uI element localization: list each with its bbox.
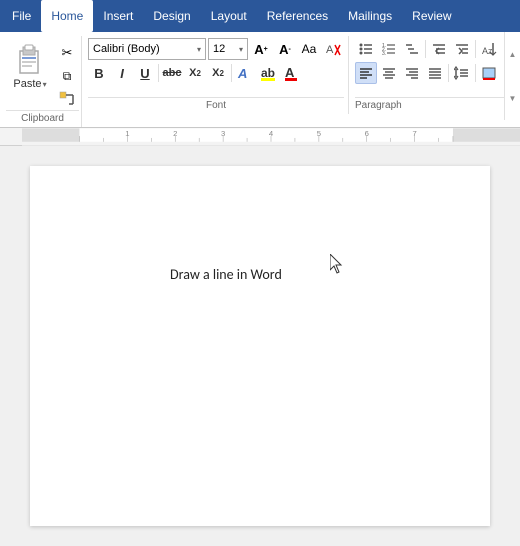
menu-home[interactable]: Home: [41, 0, 93, 32]
format-sep2: [231, 64, 232, 82]
clipboard-group: Paste ▾ ✂ ⧉: [4, 36, 82, 127]
svg-text:3.: 3.: [382, 51, 386, 57]
svg-text:7: 7: [413, 129, 417, 138]
decrease-indent-button[interactable]: [428, 38, 450, 60]
ribbon: Paste ▾ ✂ ⧉: [0, 32, 520, 128]
ribbon-scroll-up[interactable]: ▲: [509, 50, 517, 59]
paragraph-group: 1. 2. 3.: [351, 36, 520, 114]
format-painter-button[interactable]: [55, 88, 79, 110]
font-family-dropdown-icon: ▾: [197, 45, 201, 54]
menu-design[interactable]: Design: [143, 0, 200, 32]
clipboard-label: Clipboard: [6, 110, 79, 127]
menu-mailings[interactable]: Mailings: [338, 0, 402, 32]
ribbon-overflow: ▲ ▼: [504, 32, 520, 120]
menu-bar: File Home Insert Design Layout Reference…: [0, 0, 520, 32]
svg-text:6: 6: [365, 129, 369, 138]
cut-button[interactable]: ✂: [55, 42, 79, 64]
font-label: Font: [88, 97, 344, 114]
decrease-font-button[interactable]: A-: [274, 38, 296, 60]
clipboard-small-buttons: ✂ ⧉: [55, 38, 79, 110]
ribbon-scroll-down[interactable]: ▼: [509, 94, 517, 103]
font-size-selector[interactable]: 12 ▾: [208, 38, 248, 60]
paste-dropdown-icon[interactable]: ▾: [43, 80, 47, 89]
align-center-button[interactable]: [378, 62, 400, 84]
align-right-button[interactable]: [401, 62, 423, 84]
ruler: 1 2 3 4 5 6 7: [0, 128, 520, 146]
mouse-cursor: [330, 254, 344, 274]
font-color-button[interactable]: A: [280, 62, 302, 84]
paste-icon: [14, 42, 46, 78]
svg-text:ab: ab: [261, 66, 275, 80]
app-window: File Home Insert Design Layout Reference…: [0, 0, 520, 546]
font-family-selector[interactable]: Calibri (Body) ▾: [88, 38, 206, 60]
copy-button[interactable]: ⧉: [55, 65, 79, 87]
menu-review[interactable]: Review: [402, 0, 461, 32]
font-group: Calibri (Body) ▾ 12 ▾ A+ A- Aa A: [84, 36, 349, 114]
menu-references[interactable]: References: [257, 0, 338, 32]
menu-insert[interactable]: Insert: [93, 0, 143, 32]
increase-indent-button[interactable]: [451, 38, 473, 60]
text-effects-button[interactable]: A: [234, 62, 256, 84]
sort-button[interactable]: A Z: [478, 38, 500, 60]
numbering-button[interactable]: 1. 2. 3.: [378, 38, 400, 60]
menu-layout[interactable]: Layout: [201, 0, 257, 32]
line-spacing-button[interactable]: [451, 62, 473, 84]
svg-text:2: 2: [173, 129, 177, 138]
italic-button[interactable]: I: [111, 62, 133, 84]
font-size-dropdown-icon: ▾: [239, 45, 243, 54]
para-sep1: [425, 40, 426, 58]
para-sep2: [475, 40, 476, 58]
para-sep3: [448, 64, 449, 82]
svg-text:1: 1: [125, 129, 129, 138]
svg-text:3: 3: [221, 129, 225, 138]
increase-font-button[interactable]: A+: [250, 38, 272, 60]
format-sep1: [158, 64, 159, 82]
change-case-button[interactable]: Aa: [298, 38, 320, 60]
para-sep4: [475, 64, 476, 82]
svg-text:5: 5: [317, 129, 321, 138]
align-left-button[interactable]: [355, 62, 377, 84]
strikethrough-button[interactable]: abc: [161, 62, 183, 84]
paste-button[interactable]: Paste ▾: [6, 38, 54, 110]
highlight-color-button[interactable]: ab: [257, 62, 279, 84]
superscript-button[interactable]: X2: [207, 62, 229, 84]
menu-file[interactable]: File: [2, 0, 41, 32]
svg-text:4: 4: [269, 129, 274, 138]
shading-button[interactable]: [478, 62, 500, 84]
paragraph-label: Paragraph: [355, 97, 520, 114]
subscript-button[interactable]: X2: [184, 62, 206, 84]
justify-button[interactable]: [424, 62, 446, 84]
clear-formatting-button[interactable]: A: [322, 38, 344, 60]
svg-text:A: A: [237, 66, 247, 81]
document-area: Draw a line in Word: [0, 146, 520, 546]
svg-text:A: A: [326, 44, 334, 56]
bold-button[interactable]: B: [88, 62, 110, 84]
document-page[interactable]: Draw a line in Word: [30, 166, 490, 526]
paste-label: Paste: [13, 78, 41, 90]
bullets-button[interactable]: [355, 38, 377, 60]
multilevel-list-button[interactable]: [401, 38, 423, 60]
underline-button[interactable]: U: [134, 62, 156, 84]
document-text: Draw a line in Word: [170, 266, 282, 283]
svg-text:A: A: [285, 65, 295, 80]
